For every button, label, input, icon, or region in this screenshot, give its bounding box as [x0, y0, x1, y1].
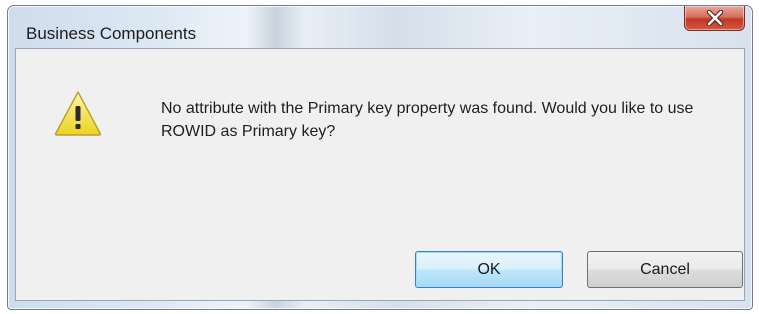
cancel-button[interactable]: Cancel	[587, 251, 743, 288]
close-x-icon	[706, 10, 723, 26]
window-title: Business Components	[26, 24, 197, 43]
warning-icon	[54, 91, 102, 136]
title-bar[interactable]: Business Components	[8, 6, 752, 46]
dialog-body: No attribute with the Primary key proper…	[15, 48, 745, 301]
ok-button[interactable]: OK	[415, 251, 563, 288]
close-button[interactable]	[684, 6, 745, 31]
dialog-message: No attribute with the Primary key proper…	[161, 100, 694, 140]
dialog-window: Business Components No attribute with th…	[7, 5, 753, 310]
